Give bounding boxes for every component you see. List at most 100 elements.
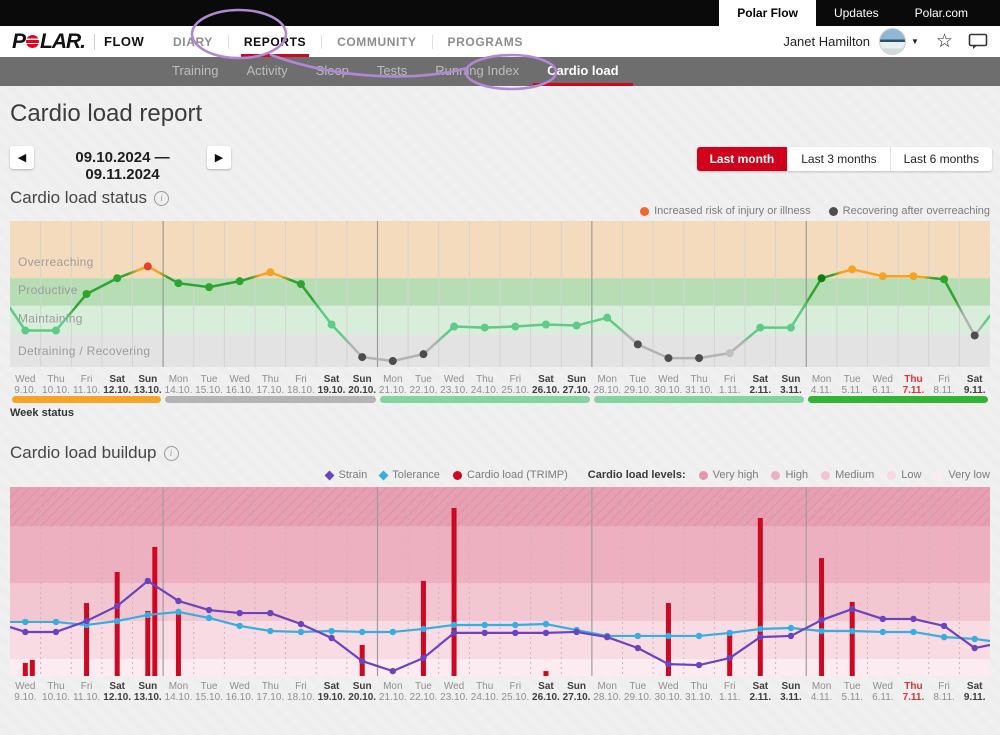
legend-label: Very low (948, 469, 990, 481)
x-axis-label: Sun3.11. (776, 678, 807, 703)
legend-label: Tolerance (392, 469, 440, 481)
buildup-section-title: Cardio load buildup (10, 443, 157, 463)
user-name[interactable]: Janet Hamilton (783, 34, 870, 49)
x-axis-label: Thu7.11. (898, 678, 929, 703)
x-axis-label: Sat2.11. (745, 678, 776, 703)
legend-level-item: Very low (934, 469, 990, 481)
week-status-pill (808, 396, 988, 403)
chevron-down-icon[interactable]: ▼ (911, 37, 919, 46)
x-axis-label: Sun27.10. (561, 678, 592, 703)
x-axis-label: Sat19.10. (316, 678, 347, 703)
level-dot-icon (934, 471, 943, 480)
feedback-chat-icon[interactable] (968, 33, 988, 50)
period-button-last-month[interactable]: Last month (697, 147, 788, 171)
subnav-item-activity[interactable]: Activity (232, 57, 301, 86)
legend-label: High (785, 469, 808, 481)
x-axis-label: Tue29.10. (623, 678, 654, 703)
subnav-item-cardio-load[interactable]: Cardio load (533, 57, 633, 86)
x-axis-label: Fri25.10. (500, 371, 531, 396)
subnav-item-sleep[interactable]: Sleep (302, 57, 363, 86)
x-axis-label: Sat26.10. (531, 678, 562, 703)
x-axis-label: Wed30.10. (653, 678, 684, 703)
legend-level-item: Low (887, 469, 921, 481)
week-status-pill (165, 396, 375, 403)
period-button-group: Last monthLast 3 monthsLast 6 months (697, 147, 992, 171)
x-axis-label: Wed9.10. (10, 371, 41, 396)
x-axis-label: Fri1.11. (714, 371, 745, 396)
legend-dot-icon (640, 207, 649, 216)
x-axis-label: Thu7.11. (898, 371, 929, 396)
x-axis-label: Wed23.10. (439, 678, 470, 703)
x-axis-label: Wed30.10. (653, 371, 684, 396)
x-axis-label: Wed9.10. (10, 678, 41, 703)
flow-wordmark: FLOW (104, 34, 144, 49)
legend-level-item: Very high (699, 469, 759, 481)
status-section-title: Cardio load status (10, 188, 147, 208)
period-button-last-6-months[interactable]: Last 6 months (890, 147, 992, 171)
x-axis-label: Tue5.11. (837, 678, 868, 703)
x-axis-label: Tue15.10. (194, 678, 225, 703)
site-tab-polar-com[interactable]: Polar.com (897, 0, 986, 26)
next-period-button[interactable]: ▶ (207, 146, 231, 169)
legend-label: Medium (835, 469, 874, 481)
status-chart-svg: Overreaching Productive Maintaining Detrain… (10, 221, 990, 367)
level-dot-icon (771, 471, 780, 480)
nav-item-programs[interactable]: PROGRAMS (433, 26, 538, 57)
site-tabs: Polar FlowUpdatesPolar.com (719, 0, 986, 26)
x-axis-label: Sun27.10. (561, 371, 592, 396)
x-axis-label: Mon21.10. (378, 371, 409, 396)
nav-item-reports[interactable]: REPORTS (229, 26, 321, 57)
period-button-last-3-months[interactable]: Last 3 months (787, 147, 889, 171)
legend-item: Strain (326, 469, 367, 481)
status-chart-x-axis: Wed9.10.Thu10.10.Fri11.10.Sat12.10.Sun13… (10, 371, 990, 396)
svg-text:Detraining / Recovering: Detraining / Recovering (18, 344, 150, 358)
site-tab-updates[interactable]: Updates (816, 0, 897, 26)
x-axis-label: Mon14.10. (163, 678, 194, 703)
legend-label: Strain (338, 469, 367, 481)
status-section-header: Cardio load status i (10, 188, 169, 208)
page-title: Cardio load report (10, 100, 202, 128)
x-axis-label: Thu24.10. (469, 678, 500, 703)
x-axis-label: Sun13.10. (133, 678, 164, 703)
diamond-marker-icon (325, 470, 335, 480)
svg-text:Productive: Productive (18, 283, 78, 297)
nav-item-community[interactable]: COMMUNITY (322, 26, 431, 57)
x-axis-label: Wed16.10. (224, 678, 255, 703)
nav-item-diary[interactable]: DIARY (158, 26, 228, 57)
x-axis-label: Fri11.10. (71, 678, 102, 703)
buildup-info-icon[interactable]: i (164, 446, 179, 461)
polar-wordmark: PLAR. (12, 30, 85, 54)
x-axis-label: Sat9.11. (959, 371, 990, 396)
subnav-item-tests[interactable]: Tests (363, 57, 421, 86)
subnav-item-running-index[interactable]: Running Index (421, 57, 533, 86)
x-axis-label: Tue22.10. (408, 678, 439, 703)
x-axis-label: Sat19.10. (316, 371, 347, 396)
x-axis-label: Fri8.11. (929, 678, 960, 703)
legend-item: Tolerance (380, 469, 440, 481)
svg-text:Overreaching: Overreaching (18, 255, 94, 269)
x-axis-label: Fri11.10. (71, 371, 102, 396)
x-axis-label: Thu10.10. (41, 371, 72, 396)
favorites-star-icon[interactable]: ☆ (936, 30, 953, 53)
x-axis-label: Mon4.11. (806, 371, 837, 396)
x-axis-label: Fri18.10. (286, 678, 317, 703)
prev-period-button[interactable]: ◀ (10, 146, 34, 169)
status-info-icon[interactable]: i (154, 191, 169, 206)
avatar[interactable] (879, 28, 906, 55)
level-dot-icon (699, 471, 708, 480)
week-status-pill (594, 396, 804, 403)
x-axis-label: Mon4.11. (806, 678, 837, 703)
subnav-item-training[interactable]: Training (158, 57, 232, 86)
svg-text:Maintaining: Maintaining (18, 311, 83, 325)
x-axis-label: Mon21.10. (378, 678, 409, 703)
cardio-load-levels-label: Cardio load levels: (588, 469, 686, 481)
x-axis-label: Sun20.10. (347, 371, 378, 396)
site-tab-polar-flow[interactable]: Polar Flow (719, 0, 816, 26)
cardio-load-buildup-chart[interactable] (10, 487, 990, 676)
legend-item: Increased risk of injury or illness (640, 205, 811, 217)
reports-subnav: TrainingActivitySleepTestsRunning IndexC… (0, 57, 1000, 86)
legend-label: Cardio load (TRIMP) (467, 469, 568, 481)
buildup-section-header: Cardio load buildup i (10, 443, 179, 463)
polar-logo[interactable]: PLAR. FLOW (12, 26, 144, 57)
cardio-load-status-chart[interactable]: Overreaching Productive Maintaining Detrain… (10, 221, 990, 367)
